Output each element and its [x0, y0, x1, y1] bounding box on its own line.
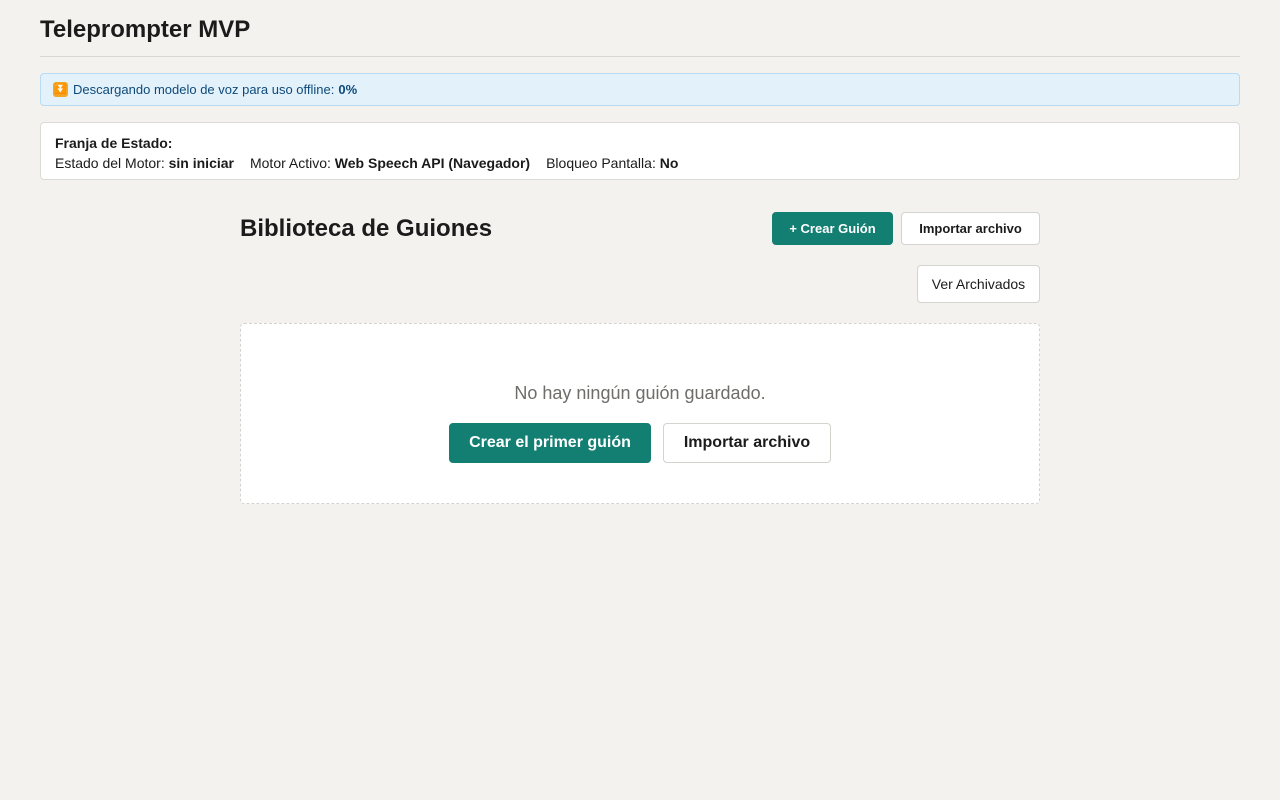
- download-banner: ⏬ Descargando modelo de voz para uso off…: [40, 73, 1240, 106]
- engine-status-label: Estado del Motor:: [55, 155, 165, 171]
- app-header: Teleprompter MVP: [40, 0, 1240, 57]
- empty-import-file-button[interactable]: Importar archivo: [663, 423, 831, 463]
- status-panel: Franja de Estado: Estado del Motor: sin …: [40, 122, 1240, 180]
- download-text: Descargando modelo de voz para uso offli…: [73, 82, 335, 97]
- library-title: Biblioteca de Guiones: [240, 215, 493, 242]
- engine-status-value: sin iniciar: [168, 155, 234, 171]
- create-first-script-button[interactable]: Crear el primer guión: [449, 423, 651, 463]
- double-down-arrow-icon: ⏬: [53, 82, 68, 97]
- engine-status: Estado del Motor: sin iniciar: [55, 153, 234, 173]
- download-percent: 0%: [338, 82, 358, 97]
- status-row: Estado del Motor: sin iniciar Motor Acti…: [55, 153, 1225, 173]
- status-title: Franja de Estado:: [55, 135, 173, 151]
- active-engine-label: Motor Activo:: [249, 155, 331, 171]
- import-file-button[interactable]: Importar archivo: [901, 212, 1040, 245]
- active-engine: Motor Activo: Web Speech API (Navegador): [250, 153, 530, 173]
- create-script-button[interactable]: + Crear Guión: [772, 212, 893, 245]
- view-archived-button[interactable]: Ver Archivados: [917, 265, 1040, 303]
- screen-lock-label: Bloqueo Pantalla:: [546, 155, 656, 171]
- empty-state: No hay ningún guión guardado. Crear el p…: [240, 323, 1040, 504]
- screen-lock-value: No: [659, 155, 679, 171]
- active-engine-value: Web Speech API (Navegador): [334, 155, 531, 171]
- app-title: Teleprompter MVP: [40, 16, 251, 43]
- screen-lock: Bloqueo Pantalla: No: [546, 153, 678, 173]
- empty-message: No hay ningún guión guardado.: [514, 383, 766, 403]
